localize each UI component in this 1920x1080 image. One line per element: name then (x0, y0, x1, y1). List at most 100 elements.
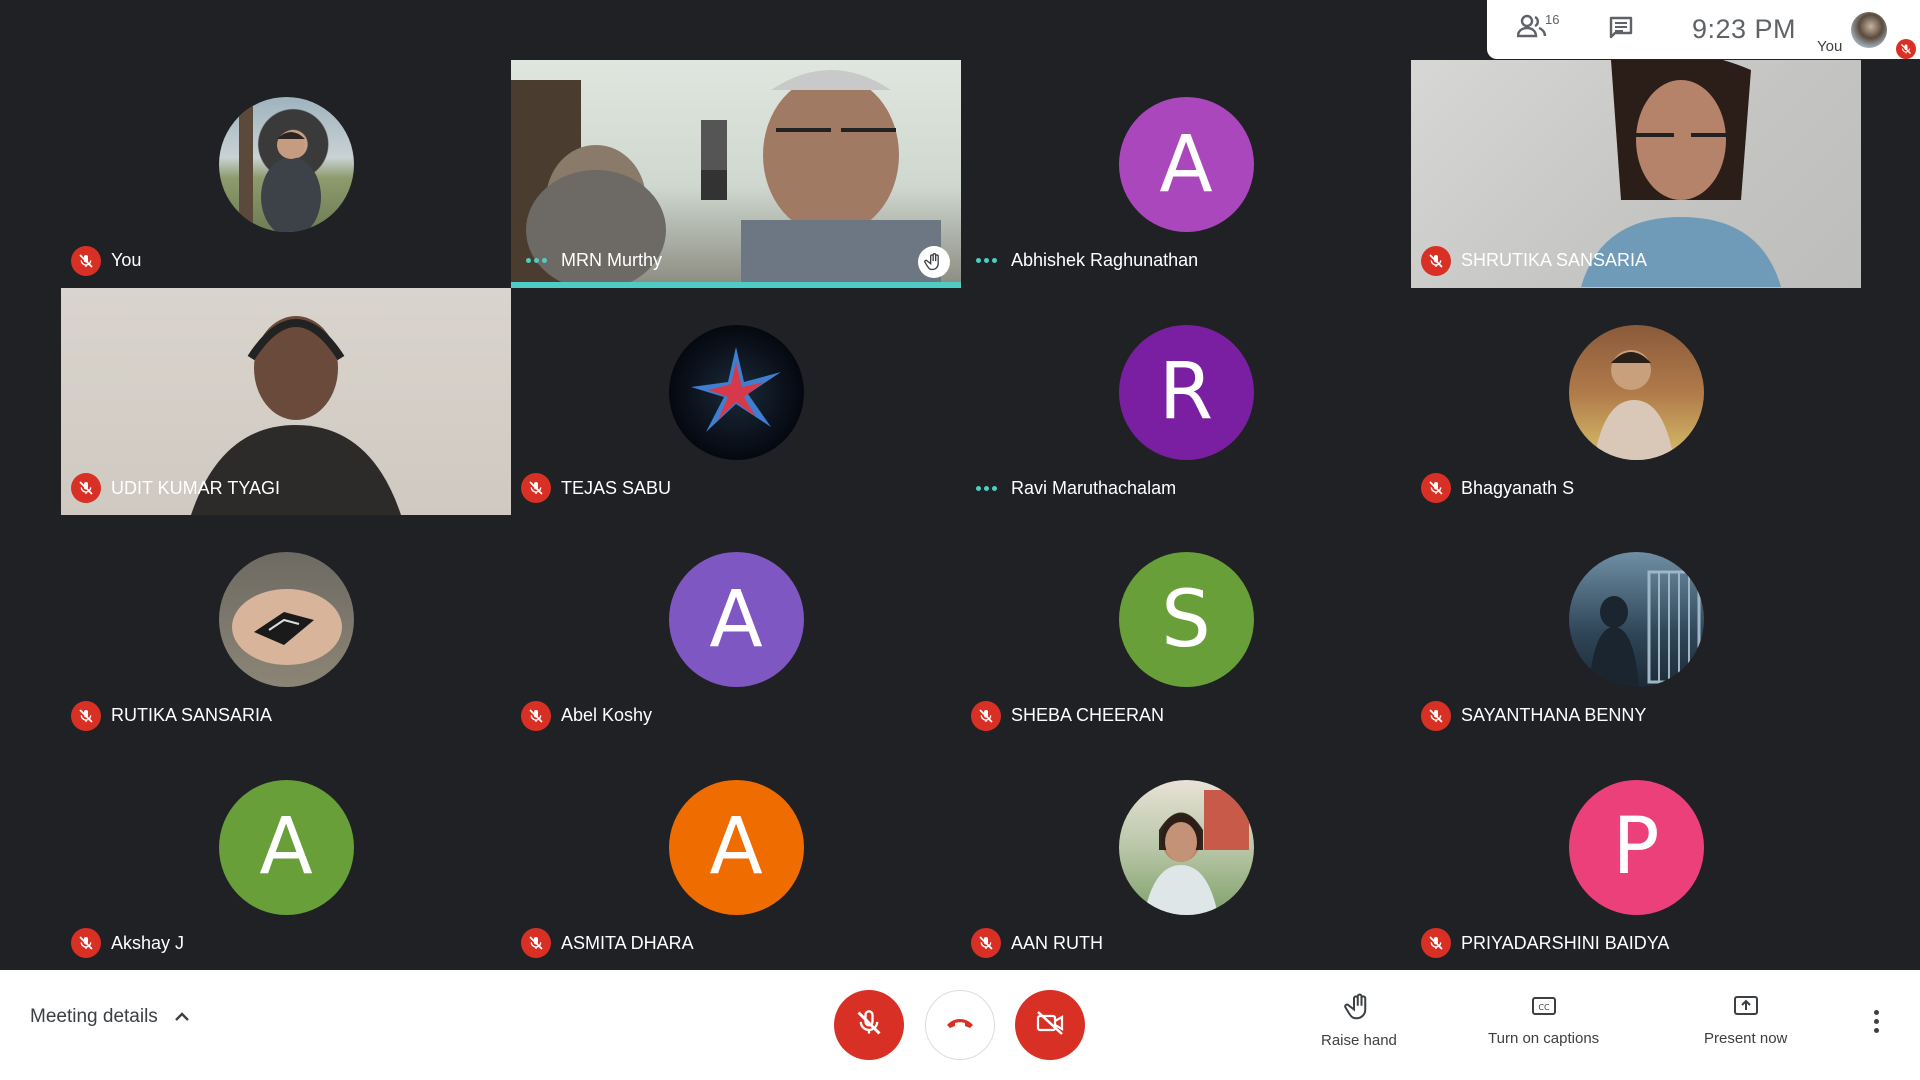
mic-off-icon (71, 245, 101, 276)
participant-name: PRIYADARSHINI BAIDYA (1461, 932, 1670, 953)
participant-tile[interactable]: Bhagyanath S (1411, 287, 1861, 515)
participant-name: ASMITA DHARA (561, 932, 694, 953)
mic-off-icon (71, 473, 101, 503)
hand-icon (1344, 992, 1374, 1026)
nameplate: Abel Koshy (521, 700, 653, 731)
participant-name: SAYANTHANA BENNY (1461, 705, 1647, 725)
raised-hand-icon (918, 245, 950, 278)
avatar (668, 324, 804, 460)
avatar (218, 97, 354, 233)
people-icon[interactable] (1516, 14, 1547, 43)
participant-tile[interactable]: S SHEBA CHEERAN (961, 515, 1411, 743)
control-bar: Meeting details Raise hand CC Turn on ca… (0, 970, 1920, 1080)
mic-off-icon (971, 700, 1001, 731)
nameplate: AAN RUTH (971, 928, 1103, 958)
participant-name: SHEBA CHEERAN (1011, 705, 1165, 725)
participant-tile[interactable]: P PRIYADARSHINI BAIDYA (1411, 742, 1861, 970)
leave-call-button[interactable] (925, 990, 995, 1060)
present-label: Present now (1704, 1030, 1788, 1047)
mic-off-icon (855, 1009, 883, 1042)
chevron-up-icon (174, 1006, 190, 1028)
mic-off-icon (971, 928, 1001, 958)
participant-name: RUTIKA SANSARIA (111, 705, 273, 725)
avatar (218, 552, 354, 688)
avatar: S (1118, 552, 1254, 688)
nameplate: Bhagyanath S (1421, 473, 1574, 503)
nameplate: UDIT KUMAR TYAGI (71, 473, 280, 503)
clock: 9:23 PM (1692, 14, 1797, 44)
mic-toggle-button[interactable] (834, 990, 904, 1060)
avatar: P (1568, 779, 1704, 915)
participant-name: Ravi Maruthachalam (1011, 477, 1177, 498)
nameplate: TEJAS SABU (521, 473, 671, 503)
participant-tile[interactable]: A Abel Koshy (511, 515, 961, 743)
nameplate: SHRUTIKA SANSARIA (1421, 245, 1648, 276)
participant-name: TEJAS SABU (561, 477, 672, 498)
raise-hand-button[interactable]: Raise hand (1321, 992, 1397, 1049)
participant-name: Bhagyanath S (1461, 477, 1575, 498)
avatar (1568, 324, 1704, 460)
meeting-details-label: Meeting details (30, 1006, 158, 1027)
cc-icon: CC (1530, 992, 1558, 1024)
nameplate: Abhishek Raghunathan (971, 246, 1198, 276)
nameplate: MRN Murthy (521, 246, 662, 276)
camera-off-icon (1035, 1010, 1065, 1041)
mic-off-icon (1421, 473, 1451, 503)
participant-name: Abhishek Raghunathan (1011, 250, 1199, 270)
avatar: A (218, 779, 354, 915)
mic-off-icon (71, 700, 101, 731)
hangup-icon (945, 1016, 975, 1035)
svg-text:CC: CC (1538, 1003, 1550, 1012)
nameplate: Ravi Maruthachalam (971, 473, 1176, 503)
captions-label: Turn on captions (1488, 1030, 1600, 1047)
mic-off-icon (521, 473, 551, 503)
participant-tile[interactable]: A ASMITA DHARA (511, 742, 961, 970)
participant-tile[interactable]: AAN RUTH (961, 742, 1411, 970)
camera-toggle-button[interactable] (1015, 990, 1085, 1060)
participant-tile[interactable]: You (61, 60, 511, 288)
participant-tile[interactable]: A Akshay J (61, 742, 511, 970)
participant-count: 16 (1545, 12, 1560, 27)
participant-tile[interactable]: SAYANTHANA BENNY (1411, 515, 1861, 743)
avatar: A (668, 779, 804, 915)
participant-name: MRN Murthy (561, 250, 663, 270)
nameplate: RUTIKA SANSARIA (71, 700, 273, 731)
avatar (1568, 552, 1704, 688)
participant-name: AAN RUTH (1011, 932, 1104, 953)
nameplate: SAYANTHANA BENNY (1421, 700, 1647, 731)
participant-tile[interactable]: A Abhishek Raghunathan (961, 60, 1411, 288)
participant-tile[interactable]: SHRUTIKA SANSARIA (1411, 60, 1861, 288)
mic-off-icon (1421, 245, 1451, 276)
participant-tile[interactable]: R Ravi Maruthachalam (961, 287, 1411, 515)
captions-button[interactable]: CC Turn on captions (1488, 992, 1599, 1047)
audio-dots-icon (521, 246, 551, 276)
more-vert-icon[interactable] (1874, 1010, 1879, 1033)
participant-tile[interactable]: UDIT KUMAR TYAGI (61, 287, 511, 515)
present-icon (1732, 992, 1760, 1024)
avatar (1118, 779, 1254, 915)
avatar: A (1118, 97, 1254, 233)
mic-off-icon (1896, 39, 1916, 59)
participant-name: You (111, 250, 142, 270)
chat-icon[interactable] (1608, 15, 1634, 46)
participant-name: UDIT KUMAR TYAGI (111, 477, 281, 498)
participant-tile[interactable]: RUTIKA SANSARIA (61, 515, 511, 743)
mic-off-icon (71, 928, 101, 958)
mic-off-icon (1421, 700, 1451, 731)
nameplate: ASMITA DHARA (521, 928, 694, 958)
nameplate: Akshay J (71, 928, 184, 958)
participant-tile[interactable]: MRN Murthy (511, 60, 961, 288)
present-now-button[interactable]: Present now (1704, 992, 1787, 1047)
raise-hand-label: Raise hand (1321, 1032, 1397, 1049)
participant-name: SHRUTIKA SANSARIA (1461, 250, 1648, 270)
audio-dots-icon (971, 246, 1001, 276)
avatar: A (668, 552, 804, 688)
participant-grid: You MRN Murthy A Abhishek Raghunathan SH… (61, 60, 1861, 970)
meeting-details-button[interactable]: Meeting details (30, 1006, 190, 1028)
self-thumbnail[interactable] (1851, 12, 1887, 48)
participant-tile[interactable]: TEJAS SABU (511, 287, 961, 515)
avatar: R (1118, 324, 1254, 460)
nameplate: SHEBA CHEERAN (971, 700, 1165, 731)
nameplate: PRIYADARSHINI BAIDYA (1421, 928, 1669, 958)
participant-name: Abel Koshy (561, 705, 653, 725)
